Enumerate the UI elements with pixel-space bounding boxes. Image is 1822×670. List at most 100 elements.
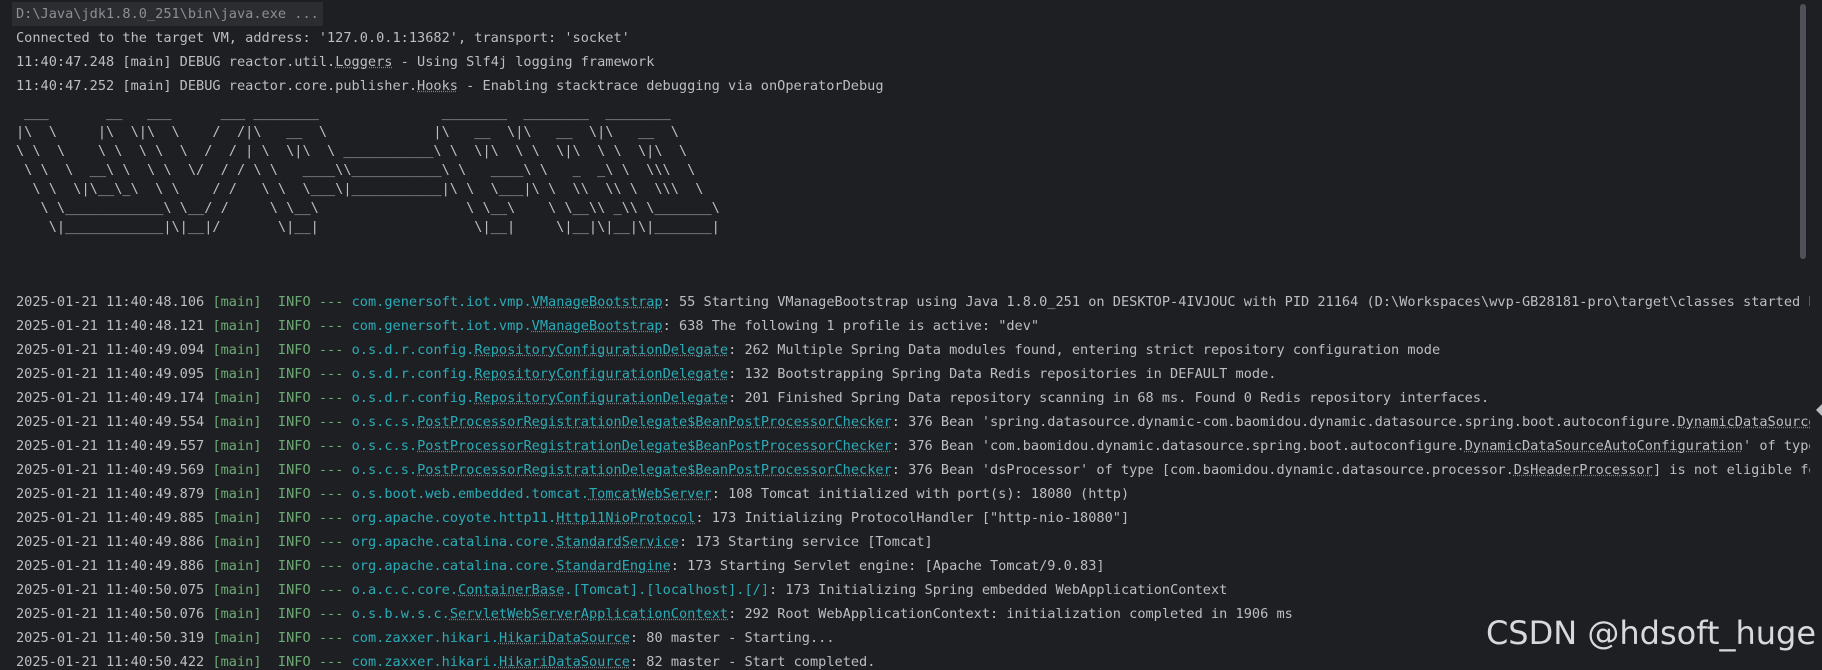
banner-line: \ \ \|\__\_\ \ \ / / \ \ \___\|_________…: [16, 181, 704, 197]
log-separator: ---: [318, 534, 344, 550]
log-separator: ---: [318, 390, 344, 406]
log-date: 2025-01-21 11:40:49.886: [16, 558, 205, 574]
log-line: 2025-01-21 11:40:49.094 [main] INFO --- …: [16, 342, 1441, 358]
log-line-number: 376: [908, 462, 933, 478]
log-message: Finished Spring Data repository scanning…: [769, 390, 1490, 406]
log-thread: [main]: [212, 510, 262, 526]
vertical-scrollbar[interactable]: [1800, 4, 1806, 259]
log-date: 2025-01-21 11:40:49.557: [16, 438, 205, 454]
log-separator: ---: [318, 510, 344, 526]
log-thread: [main]: [212, 438, 262, 454]
log-logger-class-link[interactable]: RepositoryConfigurationDelegate: [474, 342, 728, 358]
log-level: INFO: [277, 510, 311, 526]
banner-line: \|____________|\|__|/ \|__| \|__| \|__|\…: [16, 219, 720, 235]
log-line-number: 292: [744, 606, 770, 622]
log-logger-class-link[interactable]: ContainerBase: [458, 582, 564, 598]
log-line: 2025-01-21 11:40:49.095 [main] INFO --- …: [16, 366, 1277, 382]
log-thread: [main]: [212, 486, 262, 502]
log-logger-class-link[interactable]: VManageBootstrap: [532, 318, 663, 334]
console-output[interactable]: D:\Java\jdk1.8.0_251\bin\java.exe ... Co…: [0, 0, 1810, 670]
log-level: INFO: [277, 342, 311, 358]
log-line-number: 173: [695, 534, 720, 550]
log-logger-class-link[interactable]: StandardService: [556, 534, 679, 550]
log-logger-package: o.s.d.r.config.: [351, 390, 475, 406]
log-date: 2025-01-21 11:40:50.422: [16, 654, 205, 670]
log-thread: [main]: [212, 390, 262, 406]
log-message: Root WebApplicationContext: initializati…: [769, 606, 1293, 622]
log-thread: [main]: [212, 366, 262, 382]
log-level: INFO: [277, 654, 311, 670]
log-line: 2025-01-21 11:40:49.879 [main] INFO --- …: [16, 486, 1130, 502]
log-logger-package: o.s.d.r.config.: [351, 366, 475, 382]
log-line-number: 201: [744, 390, 770, 406]
log-logger-class-link[interactable]: StandardEngine: [556, 558, 671, 574]
log-message: Tomcat initialized with port(s): 18080 (…: [752, 486, 1130, 502]
log-level: INFO: [277, 630, 311, 646]
log-thread: [main]: [212, 294, 262, 310]
log-separator: ---: [318, 654, 344, 670]
log-level: INFO: [277, 486, 311, 502]
log-logger-class-link[interactable]: PostProcessorRegistrationDelegate$BeanPo…: [417, 414, 892, 430]
log-date: 2025-01-21 11:40:49.094: [16, 342, 205, 358]
log-level: INFO: [277, 438, 311, 454]
log-logger-class-link[interactable]: RepositoryConfigurationDelegate: [474, 366, 728, 382]
log-level: INFO: [277, 366, 311, 382]
debug-message: - Using Slf4j logging framework: [392, 54, 655, 70]
connected-line: Connected to the target VM, address: '12…: [16, 30, 630, 46]
log-message-class-link: DynamicDataSourcePrope: [1677, 414, 1810, 430]
log-line: 2025-01-21 11:40:49.557 [main] INFO --- …: [16, 434, 1810, 458]
log-logger-class-link[interactable]: HikariDataSource: [499, 630, 630, 646]
log-logger-package: o.s.d.r.config.: [351, 342, 475, 358]
log-line: 2025-01-21 11:40:50.076 [main] INFO --- …: [16, 606, 1293, 622]
log-logger-package: o.s.c.s.: [351, 438, 418, 454]
banner-line: ___ __ ___ ___ ________ ________ _______…: [16, 105, 671, 121]
log-line: 2025-01-21 11:40:48.121 [main] INFO --- …: [16, 318, 1040, 334]
command-line: D:\Java\jdk1.8.0_251\bin\java.exe ...: [12, 2, 323, 26]
log-logger-class-link[interactable]: PostProcessorRegistrationDelegate$BeanPo…: [417, 462, 892, 478]
log-date: 2025-01-21 11:40:49.554: [16, 414, 205, 430]
log-separator: ---: [318, 462, 344, 478]
log-line-number: 132: [744, 366, 770, 382]
log-logger-class-link[interactable]: HikariDataSource: [499, 654, 630, 670]
log-date: 2025-01-21 11:40:49.095: [16, 366, 205, 382]
log-level: INFO: [277, 582, 311, 598]
banner-line: \ \ \ __\ \ \ \ \/ / / \ \ ____\\_______…: [16, 162, 696, 178]
log-message: Starting Servlet engine: [Apache Tomcat/…: [711, 558, 1105, 574]
log-logger-package: com.genersoft.iot.vmp.: [351, 318, 532, 334]
log-date: 2025-01-21 11:40:50.319: [16, 630, 205, 646]
log-line-number: 108: [728, 486, 753, 502]
log-line: 2025-01-21 11:40:49.554 [main] INFO --- …: [16, 410, 1810, 434]
log-separator: ---: [318, 606, 344, 622]
log-separator: ---: [318, 414, 344, 430]
log-thread: [main]: [212, 318, 262, 334]
log-logger-class-link[interactable]: VManageBootstrap: [532, 294, 663, 310]
log-thread: [main]: [212, 462, 262, 478]
log-message: Starting service [Tomcat]: [719, 534, 933, 550]
debug-prefix: 11:40:47.248 [main] DEBUG reactor.util.: [16, 54, 336, 70]
log-logger-class-link[interactable]: Http11NioProtocol: [556, 510, 695, 526]
log-logger-package: o.a.c.c.core.: [351, 582, 459, 598]
log-level: INFO: [277, 294, 311, 310]
log-level: INFO: [277, 534, 311, 550]
log-date: 2025-01-21 11:40:49.569: [16, 462, 205, 478]
log-date: 2025-01-21 11:40:50.076: [16, 606, 205, 622]
log-message: Starting VManageBootstrap using Java 1.8…: [695, 294, 1810, 310]
log-separator: ---: [318, 294, 344, 310]
log-logger-suffix: .[Tomcat].[localhost].[/]: [564, 582, 770, 598]
log-logger-class-link[interactable]: ServletWebServerApplicationContext: [450, 606, 728, 622]
log-thread: [main]: [212, 630, 262, 646]
log-logger-class-link[interactable]: RepositoryConfigurationDelegate: [474, 390, 728, 406]
log-separator: ---: [318, 318, 344, 334]
log-date: 2025-01-21 11:40:48.121: [16, 318, 205, 334]
log-date: 2025-01-21 11:40:50.075: [16, 582, 205, 598]
log-line: 2025-01-21 11:40:49.885 [main] INFO --- …: [16, 510, 1130, 526]
debug-class-link: Loggers: [335, 54, 393, 70]
log-message: Initializing Spring embedded WebApplicat…: [809, 582, 1228, 598]
log-message-class-link: DynamicDataSourceAutoConfiguration: [1464, 438, 1743, 454]
watermark: CSDN @hdsoft_huge: [1485, 614, 1816, 652]
log-logger-class-link[interactable]: TomcatWebServer: [589, 486, 712, 502]
log-line: 2025-01-21 11:40:50.075 [main] INFO --- …: [16, 582, 1228, 598]
log-logger-package: o.s.b.w.s.c.: [351, 606, 450, 622]
log-message: Bean 'spring.datasource.dynamic-com.baom…: [932, 414, 1678, 430]
log-logger-class-link[interactable]: PostProcessorRegistrationDelegate$BeanPo…: [417, 438, 892, 454]
